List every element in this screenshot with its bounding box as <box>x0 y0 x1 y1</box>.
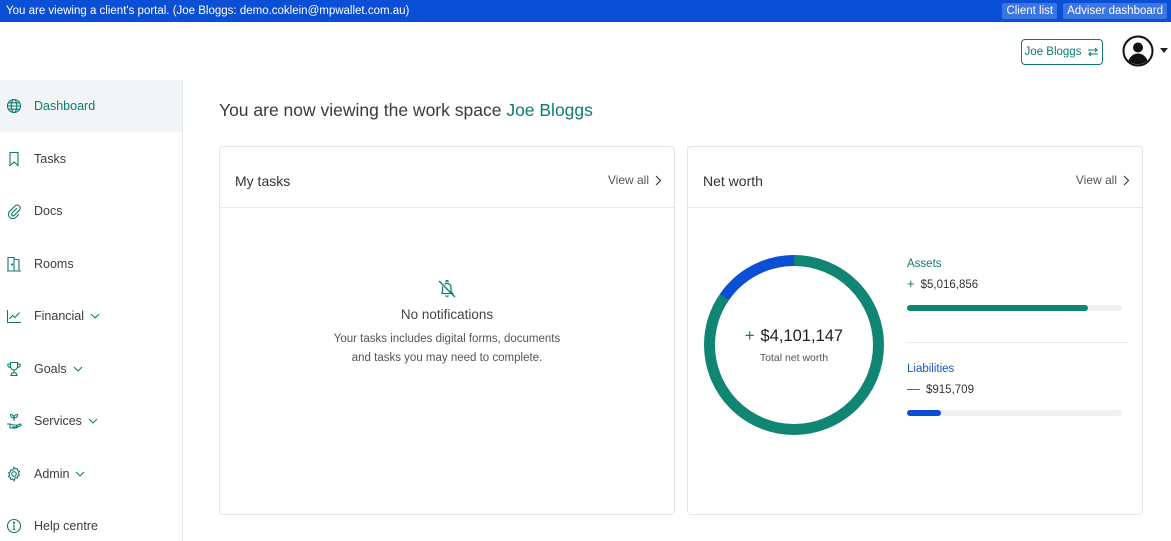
sidebar-item-label: Financial <box>34 309 100 323</box>
sidebar-item-financial[interactable]: Financial <box>0 290 182 342</box>
my-tasks-card: My tasks View all No notifications Your … <box>219 146 675 515</box>
user-avatar-icon[interactable] <box>1122 35 1154 67</box>
sidebar-item-label: Tasks <box>34 152 66 166</box>
sidebar-item-dashboard[interactable]: Dashboard <box>0 80 182 132</box>
sidebar-item-services[interactable]: Services <box>0 395 182 447</box>
trophy-icon <box>7 361 21 377</box>
avatar-dropdown-caret-icon[interactable] <box>1160 48 1168 53</box>
banner-message: You are viewing a client's portal. (Joe … <box>6 5 410 17</box>
workspace-name: Joe Bloggs <box>506 100 593 120</box>
sidebar-item-rooms[interactable]: Rooms <box>0 238 182 290</box>
chevron-right-icon <box>655 175 662 185</box>
card-header: Net worth View all <box>688 147 1142 208</box>
impersonation-banner: You are viewing a client's portal. (Joe … <box>0 0 1171 22</box>
assets-progress-track <box>907 305 1122 311</box>
hand-plant-icon <box>7 413 22 429</box>
chevron-down-icon <box>76 471 85 477</box>
adviser-dashboard-link[interactable]: Adviser dashboard <box>1063 3 1167 19</box>
banner-links: Client list Adviser dashboard <box>1002 3 1167 19</box>
card-header: My tasks View all <box>220 147 674 208</box>
sidebar-item-label: Goals <box>34 362 83 376</box>
total-net-worth-value: + $4,101,147 <box>744 327 844 345</box>
net-worth-card: Net worth View all + $4,101,147 Total net… <box>687 146 1143 515</box>
assets-metric: Assets + $5,016,856 <box>907 258 1127 311</box>
sidebar-item-label: Dashboard <box>34 99 96 113</box>
tasks-view-all-link[interactable]: View all <box>608 173 662 187</box>
door-icon <box>7 256 21 272</box>
sidebar-item-label: Docs <box>34 204 63 218</box>
chevron-down-icon <box>88 418 98 424</box>
chevron-right-icon <box>1123 175 1130 185</box>
liabilities-metric: Liabilities — $915,709 <box>907 363 1127 416</box>
sidebar-item-tasks[interactable]: Tasks <box>0 133 182 185</box>
bookmark-icon <box>9 151 19 167</box>
workspace-switch-button[interactable]: Joe Bloggs <box>1021 39 1103 65</box>
empty-description: Your tasks includes digital forms, docum… <box>333 333 561 364</box>
liabilities-value: — $915,709 <box>907 381 974 396</box>
sidebar-item-goals[interactable]: Goals <box>0 343 182 395</box>
card-title: Net worth <box>703 173 763 189</box>
sidebar-item-label: Admin <box>34 467 85 481</box>
chart-line-icon <box>6 310 21 324</box>
info-icon <box>6 518 22 534</box>
gear-icon <box>7 466 21 482</box>
liabilities-progress-track <box>907 410 1122 416</box>
chevron-down-icon <box>90 313 100 319</box>
liabilities-label: Liabilities <box>907 363 955 375</box>
empty-title: No notifications <box>400 307 494 322</box>
page-title: You are now viewing the work space Joe B… <box>219 100 593 120</box>
chevron-down-icon <box>73 366 83 372</box>
globe-icon <box>6 98 22 114</box>
tasks-empty-state: No notifications Your tasks includes dig… <box>220 277 674 368</box>
top-header: Joe Bloggs <box>0 22 1171 80</box>
swap-arrows-icon <box>1088 47 1099 57</box>
assets-value: + $5,016,856 <box>907 276 979 291</box>
net-worth-view-all-link[interactable]: View all <box>1076 173 1130 187</box>
sidebar: Dashboard Tasks Docs Rooms Financial Goa… <box>0 80 183 541</box>
workspace-switch-label: Joe Bloggs <box>1024 46 1082 58</box>
sidebar-item-label: Help centre <box>34 519 98 533</box>
total-net-worth-label: Total net worth <box>759 352 829 364</box>
liabilities-progress-fill <box>907 410 942 416</box>
assets-progress-fill <box>907 305 1088 311</box>
bell-off-icon <box>438 279 456 298</box>
sidebar-item-label: Services <box>34 414 98 428</box>
metric-divider <box>907 342 1127 343</box>
sidebar-item-label: Rooms <box>34 257 74 271</box>
paperclip-icon <box>7 204 21 219</box>
sidebar-item-help-centre[interactable]: Help centre <box>0 500 182 541</box>
client-list-link[interactable]: Client list <box>1002 3 1058 19</box>
sidebar-item-docs[interactable]: Docs <box>0 185 182 237</box>
sidebar-item-admin[interactable]: Admin <box>0 448 182 500</box>
card-title: My tasks <box>235 173 291 189</box>
assets-label: Assets <box>907 258 942 270</box>
